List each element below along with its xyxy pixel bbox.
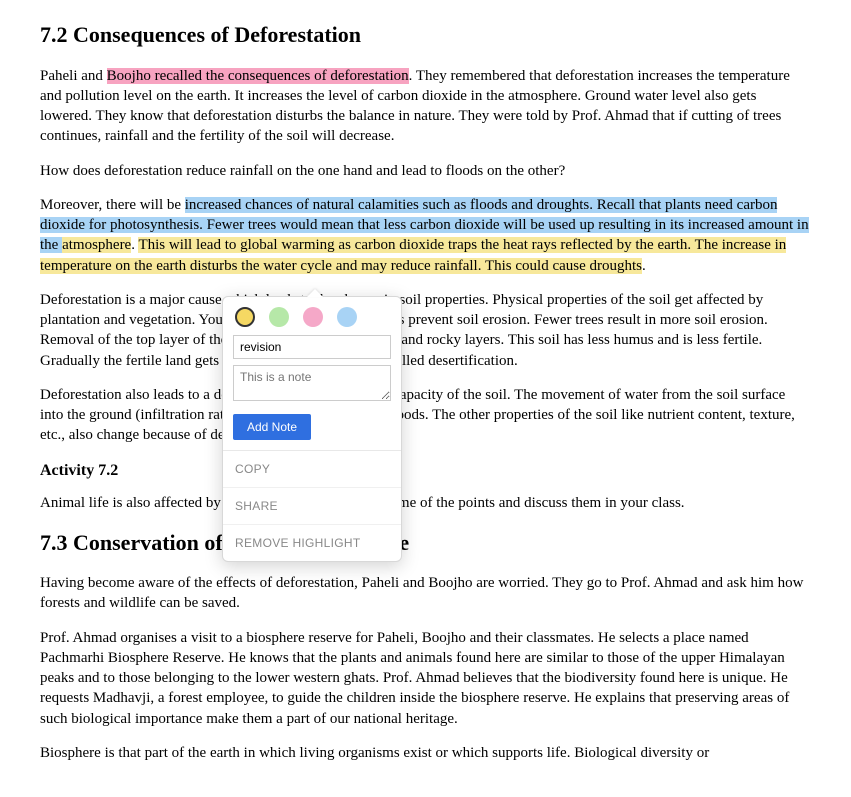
copy-menu-item[interactable]: COPY bbox=[223, 451, 401, 487]
highlight-yellow[interactable]: atmosphere bbox=[62, 237, 131, 253]
section-7-3-para-3: Biosphere is that part of the earth in w… bbox=[40, 743, 811, 763]
text: Paheli and bbox=[40, 68, 107, 84]
remove-highlight-menu-item[interactable]: REMOVE HIGHLIGHT bbox=[223, 524, 401, 561]
note-textarea[interactable] bbox=[233, 365, 391, 401]
popup-body: Add Note bbox=[223, 335, 401, 450]
highlight-pink[interactable]: Boojho recalled the consequences of defo… bbox=[107, 68, 409, 84]
highlight-yellow[interactable]: This will lead to global warming as carb… bbox=[40, 237, 786, 273]
add-note-button[interactable]: Add Note bbox=[233, 414, 311, 440]
text: Moreover, there will be bbox=[40, 197, 185, 213]
section-7-2-para-1: Paheli and Boojho recalled the consequen… bbox=[40, 66, 811, 147]
section-7-3-para-1: Having become aware of the effects of de… bbox=[40, 573, 811, 614]
activity-7-2-heading: Activity 7.2 bbox=[40, 460, 811, 482]
color-swatch-yellow[interactable] bbox=[235, 307, 255, 327]
section-7-3-para-2: Prof. Ahmad organises a visit to a biosp… bbox=[40, 628, 811, 729]
text: . bbox=[642, 258, 646, 274]
color-picker-row bbox=[223, 297, 401, 335]
section-7-2-heading: 7.2 Consequences of Deforestation bbox=[40, 20, 811, 50]
section-7-3-heading: 7.3 Conservation of Forest and Wildlife bbox=[40, 528, 811, 558]
share-menu-item[interactable]: SHARE bbox=[223, 487, 401, 524]
section-7-2-para-3: Moreover, there will be increased chance… bbox=[40, 195, 811, 276]
highlight-popup: Add Note COPY SHARE REMOVE HIGHLIGHT bbox=[222, 296, 402, 562]
tag-input[interactable] bbox=[233, 335, 391, 359]
section-7-2-para-5: Deforestation also leads to a decrease i… bbox=[40, 385, 811, 446]
section-7-2-para-2: How does deforestation reduce rainfall o… bbox=[40, 161, 811, 181]
color-swatch-pink[interactable] bbox=[303, 307, 323, 327]
color-swatch-green[interactable] bbox=[269, 307, 289, 327]
section-7-2-para-4: Deforestation is a major cause which lea… bbox=[40, 290, 811, 371]
color-swatch-blue[interactable] bbox=[337, 307, 357, 327]
popup-menu: COPY SHARE REMOVE HIGHLIGHT bbox=[223, 450, 401, 562]
activity-7-2-para: Animal life is also affected by deforest… bbox=[40, 493, 811, 513]
